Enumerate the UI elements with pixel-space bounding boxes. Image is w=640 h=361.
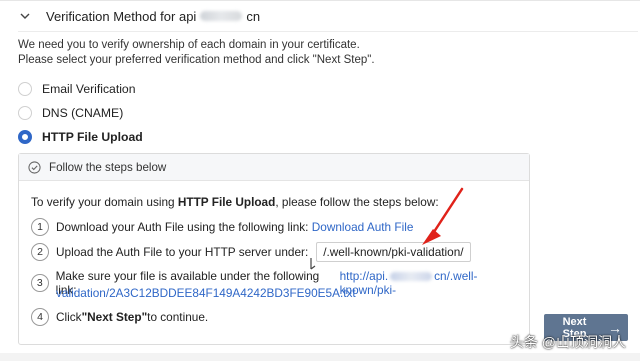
header-divider: [18, 31, 638, 32]
watermark: 头条 @山顶洞洞人: [509, 334, 626, 350]
validation-path[interactable]: /.well-known/pki-validation/: [316, 242, 471, 262]
section-title: Verification Method for api cn: [46, 9, 260, 24]
validation-url-continued[interactable]: validation/2A3C12BDDEE84F149A4242BD3FE90…: [56, 286, 356, 300]
steps-panel-header: Follow the steps below: [19, 154, 529, 181]
url-prefix: http://api.: [339, 269, 389, 283]
section-header[interactable]: Verification Method for api cn: [18, 4, 260, 28]
section-title-suffix: cn: [246, 8, 261, 24]
download-auth-file-link[interactable]: Download Auth File: [312, 220, 414, 234]
intro-suffix: , please follow the steps below:: [275, 195, 439, 209]
step-1-text: Download your Auth File using the follow…: [56, 220, 309, 234]
top-divider: [0, 0, 640, 1]
step-1: 1 Download your Auth File using the foll…: [31, 218, 413, 236]
intro-method: HTTP File Upload: [177, 195, 276, 209]
section-title-prefix: Verification Method for api: [46, 8, 197, 24]
intro-prefix: To verify your domain using: [31, 195, 178, 209]
step-2-text: Upload the Auth File to your HTTP server…: [56, 245, 309, 259]
radio-http[interactable]: [18, 130, 32, 144]
step-number: 3: [31, 274, 49, 292]
step-4: 4 Click "Next Step" to continue.: [31, 308, 208, 326]
step-3: 3 Make sure your file is available under…: [31, 269, 529, 300]
radio-dns[interactable]: [18, 106, 32, 120]
method-email-label: Email Verification: [42, 82, 136, 96]
step-2: 2 Upload the Auth File to your HTTP serv…: [31, 242, 471, 262]
method-http-label: HTTP File Upload: [42, 130, 143, 144]
redacted-domain: [200, 11, 243, 21]
steps-intro: To verify your domain using HTTP File Up…: [31, 195, 439, 209]
description-line-2: Please select your preferred verificatio…: [18, 54, 375, 66]
step-4-suffix: to continue.: [147, 310, 209, 324]
description: We need you to verify ownership of each …: [18, 38, 375, 68]
redacted-url-part: [390, 272, 433, 282]
step-number: 1: [31, 218, 49, 236]
steps-panel: Follow the steps below To verify your do…: [18, 153, 530, 345]
validation-url-link[interactable]: http://api. cn/.well-known/pki-: [340, 269, 529, 297]
method-http[interactable]: HTTP File Upload: [18, 130, 143, 144]
bottom-strip: [0, 353, 640, 361]
step-4-prefix: Click: [56, 310, 82, 324]
check-circle-icon: [28, 160, 41, 174]
method-dns[interactable]: DNS (CNAME): [18, 106, 123, 120]
step-number: 2: [31, 243, 49, 261]
description-line-1: We need you to verify ownership of each …: [18, 39, 360, 51]
radio-email[interactable]: [18, 82, 32, 96]
chevron-down-icon[interactable]: [18, 9, 32, 23]
method-email[interactable]: Email Verification: [18, 82, 135, 96]
step-number: 4: [31, 308, 49, 326]
step-4-bold: "Next Step": [81, 310, 148, 324]
method-dns-label: DNS (CNAME): [42, 106, 124, 120]
steps-panel-heading: Follow the steps below: [49, 160, 167, 174]
text-cursor-icon: [310, 258, 316, 270]
